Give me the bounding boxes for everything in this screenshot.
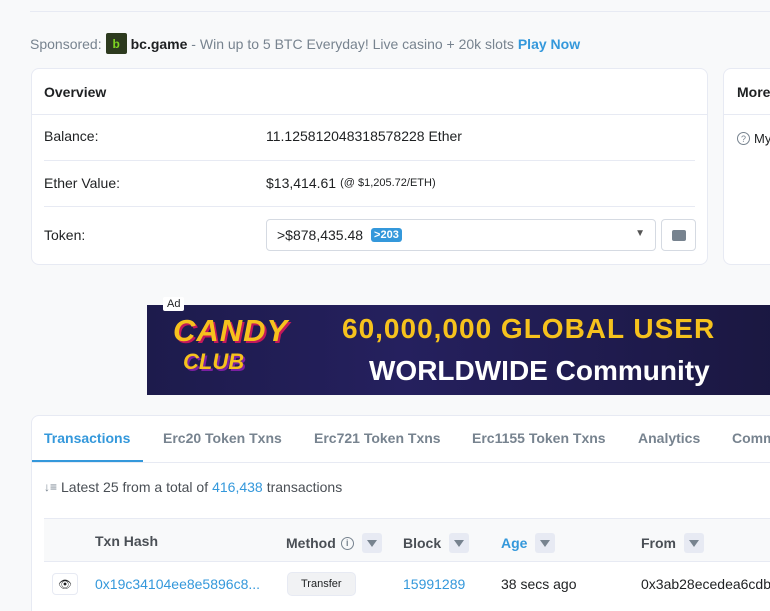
header-method: Method i <box>286 533 382 553</box>
more-info-title: More <box>724 69 770 115</box>
ether-rate: (@ $1,205.72/ETH) <box>340 177 436 189</box>
ad-subline: WORLDWIDE Community <box>369 355 710 386</box>
token-dropdown[interactable]: >$878,435.48 >203 ▼ <box>266 219 656 251</box>
sponsor-brand[interactable]: bc.game <box>131 36 188 52</box>
method-badge: Transfer <box>287 572 356 596</box>
sort-icon: ↓≡ <box>44 480 58 494</box>
summary-suffix: transactions <box>266 479 343 495</box>
tab-analytics[interactable]: Analytics <box>638 430 700 446</box>
ad-tag: Ad <box>163 297 185 311</box>
divider <box>44 160 695 161</box>
sponsor-text: - Win up to 5 BTC Everyday! Live casino … <box>187 35 514 52</box>
token-count-badge: >203 <box>371 228 402 242</box>
sponsored-banner: Sponsored: b bc.game - Win up to 5 BTC E… <box>30 33 580 54</box>
ether-value: $13,414.61 <box>266 175 337 191</box>
chevron-down-icon: ▼ <box>635 228 645 239</box>
overview-title: Overview <box>32 69 707 115</box>
header-txn-hash: Txn Hash <box>95 533 159 549</box>
overview-card: Overview Balance: 11.125812048318578228 … <box>31 68 708 265</box>
balance-row: Balance: 11.125812048318578228 Ether <box>44 128 695 144</box>
block-link[interactable]: 15991289 <box>403 576 465 592</box>
summary-prefix: Latest 25 from a total of <box>61 479 209 495</box>
ad-brand-bottom: CLUB <box>183 349 245 374</box>
filter-icon[interactable] <box>535 533 556 553</box>
table-header: Txn Hash Method i Block Age From <box>44 518 770 562</box>
play-now-link[interactable]: Play Now <box>518 36 580 52</box>
ad-banner[interactable]: CANDY CLUB 60,000,000 GLOBAL USER WORLDW… <box>147 305 770 395</box>
transactions-summary: ↓≡ Latest 25 from a total of 416,438 tra… <box>44 479 342 495</box>
divider <box>44 206 695 207</box>
from-address[interactable]: 0x3ab28ecedea6cdb <box>641 576 770 592</box>
filter-icon[interactable] <box>361 533 382 553</box>
txn-hash-link[interactable]: 0x19c34104ee8e5896c8... <box>95 576 260 592</box>
ad-brand-top: CANDY <box>173 313 289 348</box>
ether-value-label: Ether Value: <box>44 175 121 191</box>
bc-game-logo-icon: b <box>105 33 127 54</box>
filter-icon[interactable] <box>449 533 470 553</box>
active-tab-indicator <box>32 460 143 462</box>
more-info-item-label: My <box>754 131 770 146</box>
txn-age: 38 secs ago <box>501 576 577 592</box>
wallet-icon <box>671 229 686 241</box>
ad-headline: 60,000,000 GLOBAL USER <box>342 313 716 344</box>
table-row: 👁 0x19c34104ee8e5896c8... Transfer 15991… <box>44 562 770 606</box>
question-icon: ? <box>737 132 750 145</box>
tab-erc20-token-txns[interactable]: Erc20 Token Txns <box>163 430 282 446</box>
transactions-card: Transactions Erc20 Token Txns Erc721 Tok… <box>31 415 770 611</box>
tab-transactions[interactable]: Transactions <box>44 430 130 446</box>
tab-erc721-token-txns[interactable]: Erc721 Token Txns <box>314 430 441 446</box>
balance-value: 11.125812048318578228 Ether <box>266 128 462 144</box>
more-info-card: More ? My <box>723 68 770 265</box>
header-age[interactable]: Age <box>501 533 556 553</box>
eye-icon[interactable]: 👁 <box>52 573 78 595</box>
total-transactions-link[interactable]: 416,438 <box>212 479 263 495</box>
tab-bar: Transactions Erc20 Token Txns Erc721 Tok… <box>32 416 770 463</box>
balance-label: Balance: <box>44 128 99 144</box>
header-block: Block <box>403 533 470 553</box>
token-label: Token: <box>44 227 86 243</box>
ether-value-row: Ether Value: $13,414.61 (@ $1,205.72/ETH… <box>44 175 695 191</box>
top-divider <box>30 0 770 12</box>
header-from: From <box>641 533 704 553</box>
info-icon[interactable]: i <box>340 536 354 550</box>
wallet-button[interactable] <box>661 219 696 251</box>
sponsored-label: Sponsored: <box>30 35 102 52</box>
tab-comments[interactable]: Comm <box>732 430 770 446</box>
tab-erc1155-token-txns[interactable]: Erc1155 Token Txns <box>472 430 606 446</box>
token-value: >$878,435.48 <box>277 227 364 243</box>
more-info-item[interactable]: ? My <box>737 131 770 146</box>
filter-icon[interactable] <box>684 533 704 553</box>
